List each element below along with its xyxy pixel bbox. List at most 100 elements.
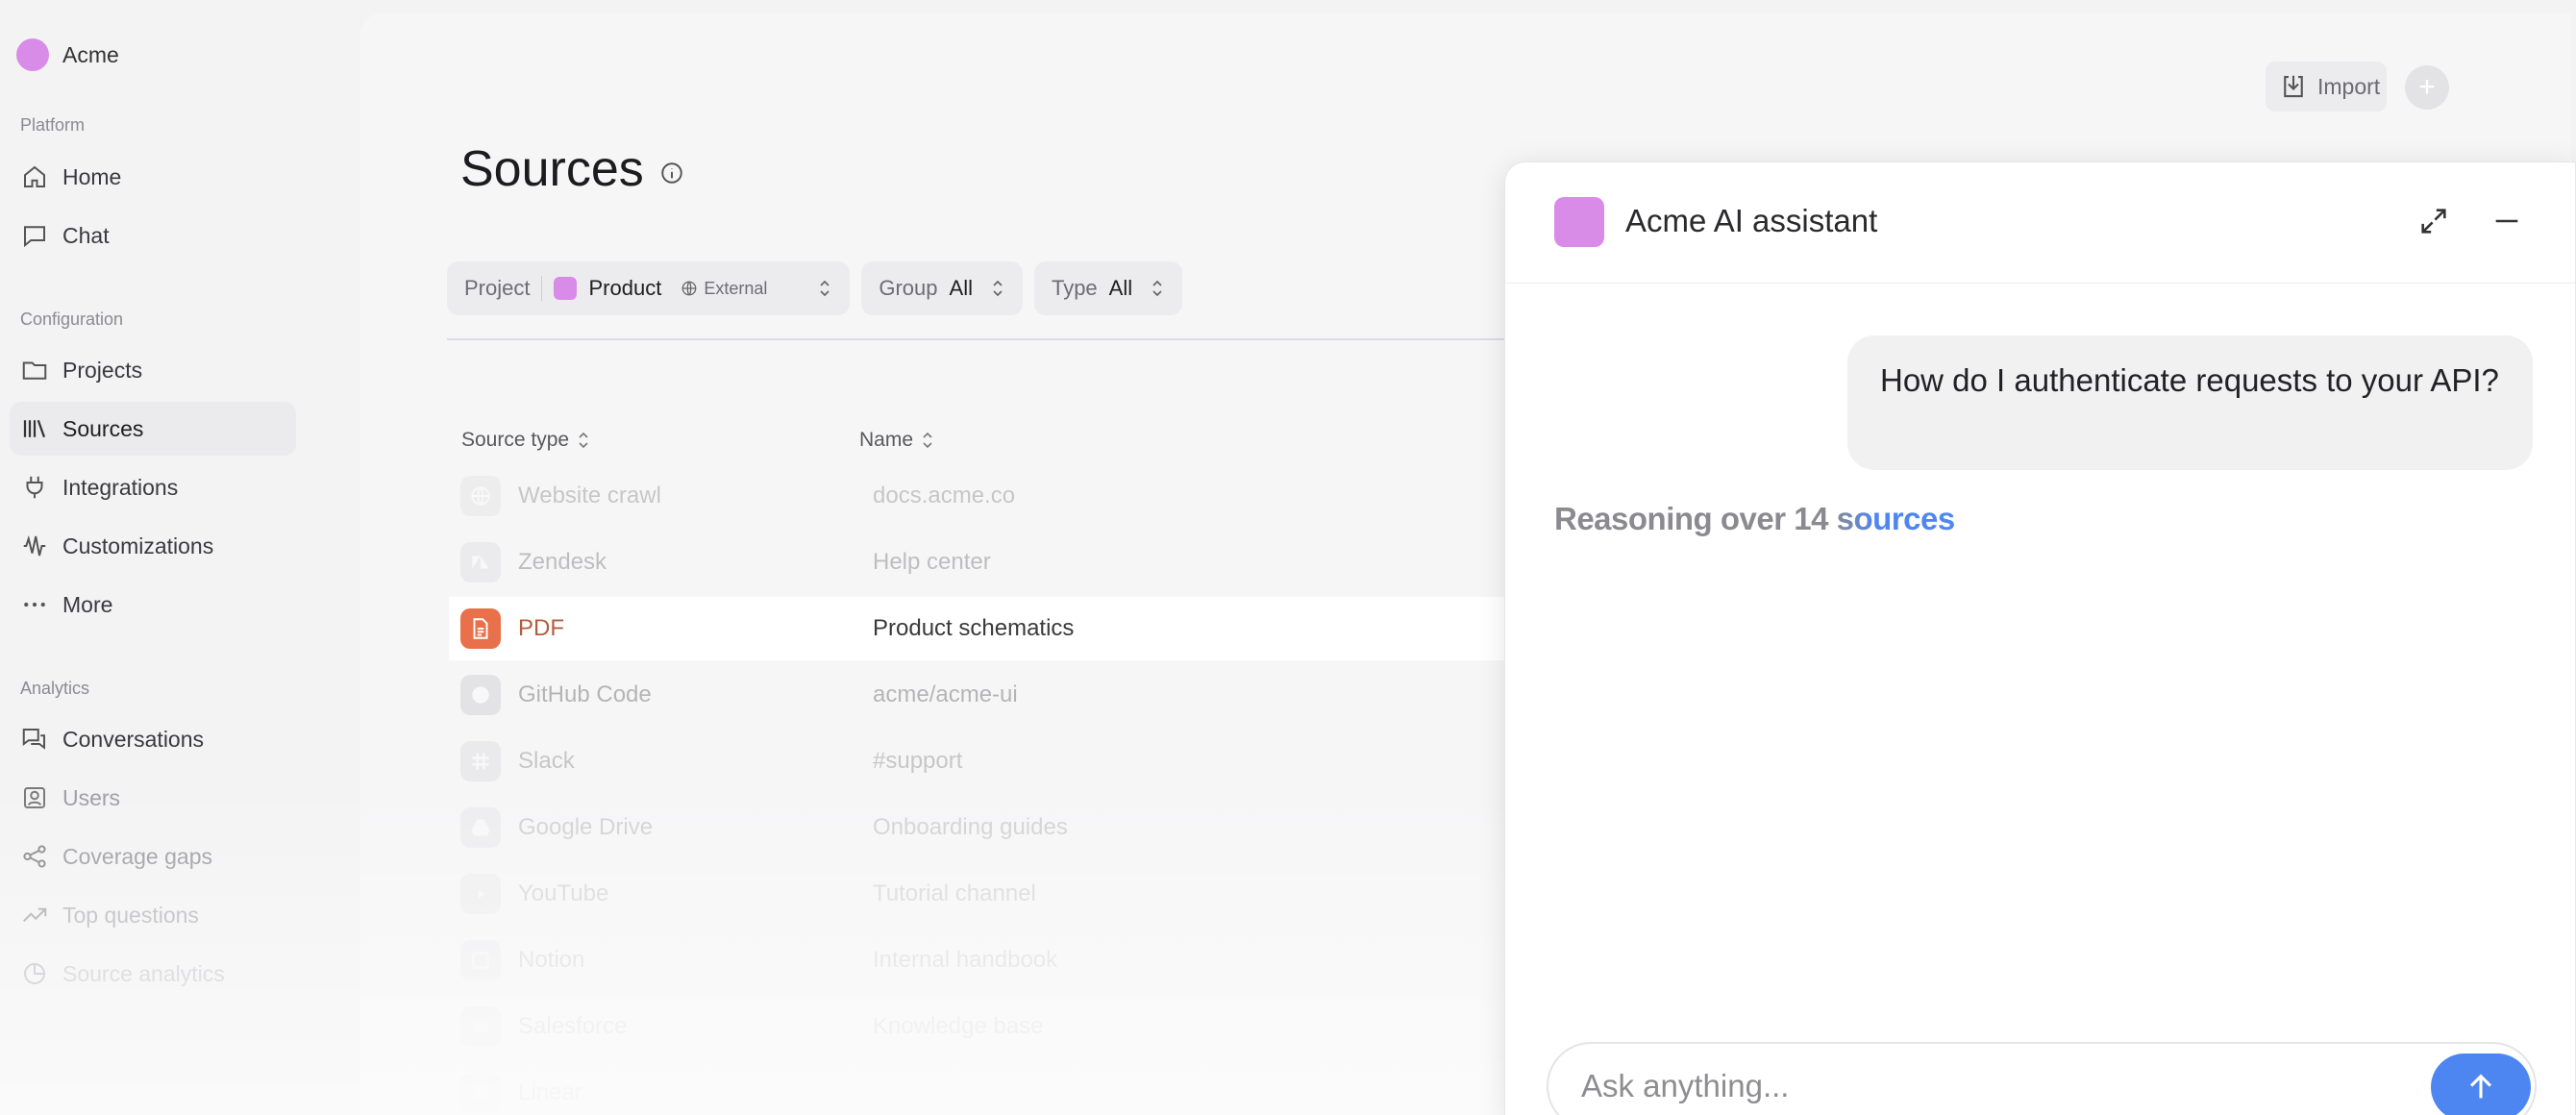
library-icon (23, 419, 46, 438)
sidebar-item-label: Top questions (62, 902, 199, 928)
youtube-icon (460, 874, 501, 914)
sidebar-item-customizations[interactable]: Customizations (10, 519, 296, 573)
assistant-title: Acme AI assistant (1625, 203, 1878, 238)
sidebar-item-label: Coverage gaps (62, 843, 212, 869)
more-dots-icon (24, 602, 45, 607)
external-badge-label: External (704, 278, 768, 298)
assistant-logo (1554, 197, 1604, 247)
import-label: Import (2317, 73, 2381, 99)
sidebar-item-label: Customizations (62, 533, 214, 558)
conversations-icon (22, 729, 45, 750)
expand-icon[interactable] (2417, 205, 2450, 237)
source-name: docs.acme.co (873, 483, 1016, 508)
folder-icon (22, 361, 47, 380)
project-color-chip (554, 277, 578, 300)
source-type: Linear (518, 1079, 582, 1105)
section-label-platform: Platform (20, 115, 86, 135)
sidebar-item-label: Home (62, 163, 122, 189)
sidebar-item-label: More (62, 591, 113, 617)
sidebar-item-source-analytics[interactable]: Source analytics (10, 947, 296, 1001)
source-name: Onboarding guides (873, 814, 1068, 840)
sort-icon (923, 432, 932, 449)
drive-icon (460, 807, 501, 848)
trending-icon (23, 907, 47, 922)
chevron-updown-icon (993, 280, 1003, 297)
sidebar-item-conversations[interactable]: Conversations (10, 712, 296, 766)
group-filter-value: All (949, 276, 973, 300)
filter-separator (541, 276, 543, 301)
send-button[interactable] (2431, 1053, 2531, 1115)
source-name: Internal handbook (873, 947, 1058, 973)
chevron-updown-icon (820, 280, 830, 297)
sidebar-item-label: Chat (62, 222, 110, 248)
pie-chart-icon (24, 963, 45, 984)
workspace-avatar (16, 38, 49, 71)
pdf-document-icon (460, 608, 501, 649)
sort-icon (579, 432, 588, 449)
group-filter-label: Group (879, 276, 938, 300)
sidebar-item-integrations[interactable]: Integrations (10, 460, 296, 514)
user-icon (24, 787, 45, 808)
zendesk-icon (460, 542, 501, 582)
chat-icon (24, 226, 45, 248)
group-filter[interactable]: Group All (861, 261, 1023, 315)
info-icon[interactable] (659, 161, 684, 186)
project-filter[interactable]: Project Product External (447, 261, 851, 315)
sidebar-item-sources[interactable]: Sources (10, 402, 296, 456)
share-nodes-icon (23, 845, 46, 868)
chat-input[interactable] (1581, 1059, 2408, 1113)
sidebar-item-label: Sources (62, 415, 144, 441)
source-type: Zendesk (518, 549, 607, 575)
top-actions: Import + (360, 44, 2571, 121)
source-name: Knowledge base (873, 1013, 1044, 1039)
sidebar-item-label: Integrations (62, 474, 179, 500)
column-header-source-type[interactable]: Source type (461, 429, 590, 452)
plug-icon (26, 476, 43, 499)
source-type: GitHub Code (518, 681, 652, 707)
section-label-analytics: Analytics (20, 679, 90, 698)
workspace-name: Acme (62, 41, 119, 67)
linear-icon (460, 1073, 501, 1113)
filter-bar: Project Product External Group All Type … (447, 261, 1183, 315)
workspace-switcher[interactable]: Acme (16, 38, 119, 71)
source-name: Help center (873, 549, 991, 575)
globe-icon (460, 476, 501, 516)
column-header-name[interactable]: Name (859, 429, 934, 452)
sidebar: Acme Platform Home Chat Configuration Pr… (0, 0, 356, 1115)
sidebar-item-label: Users (62, 784, 121, 810)
source-type: Website crawl (518, 483, 661, 508)
sidebar-item-label: Projects (62, 357, 143, 383)
sidebar-item-home[interactable]: Home (10, 150, 296, 204)
source-type: Notion (518, 947, 585, 973)
user-message-bubble: How do I authenticate requests to your A… (1847, 335, 2533, 470)
notion-icon (460, 940, 501, 980)
sidebar-item-top-questions[interactable]: Top questions (10, 888, 296, 942)
reasoning-status: Reasoning over 14 sources (1554, 501, 1955, 536)
source-type: PDF (518, 615, 564, 641)
external-badge: External (681, 279, 767, 299)
sidebar-item-more[interactable]: More (10, 578, 296, 632)
sidebar-item-coverage-gaps[interactable]: Coverage gaps (10, 830, 296, 883)
import-button[interactable]: Import (2266, 62, 2387, 112)
source-name: Tutorial channel (873, 880, 1036, 906)
sidebar-item-label: Conversations (62, 726, 205, 752)
source-type: Google Drive (518, 814, 654, 840)
salesforce-icon (460, 1006, 501, 1047)
type-filter[interactable]: Type All (1033, 261, 1183, 315)
page-title-text: Sources (460, 141, 644, 197)
assistant-header: Acme AI assistant (1505, 162, 2575, 284)
source-name: #support (873, 748, 963, 774)
sidebar-item-projects[interactable]: Projects (10, 343, 296, 397)
minimize-icon[interactable] (2490, 205, 2523, 237)
source-name: acme/acme-ui (873, 681, 1018, 707)
waveform-icon (23, 534, 46, 557)
section-label-configuration: Configuration (20, 310, 124, 329)
source-type: Salesforce (518, 1013, 628, 1039)
chat-input-container (1547, 1042, 2537, 1115)
sidebar-item-chat[interactable]: Chat (10, 209, 296, 262)
column-header-label: Source type (461, 429, 570, 451)
type-filter-value: All (1108, 276, 1133, 300)
type-filter-label: Type (1051, 276, 1098, 300)
add-source-button[interactable]: + (2405, 65, 2449, 110)
sidebar-item-users[interactable]: Users (10, 771, 296, 825)
